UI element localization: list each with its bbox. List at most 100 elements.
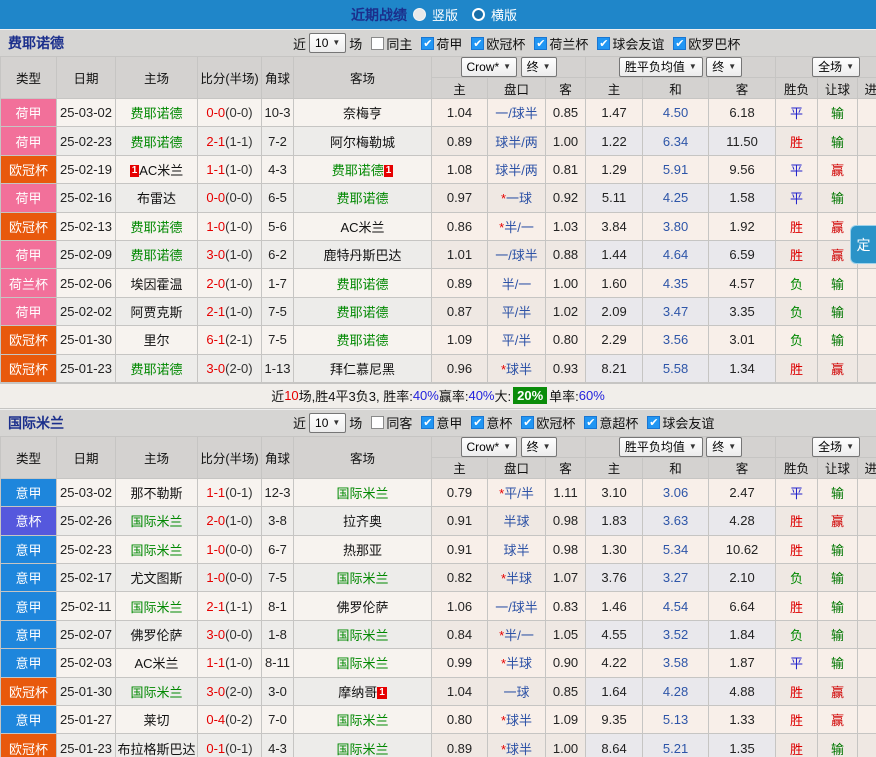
bookmaker-select[interactable]: Crow*▼ [461,57,518,77]
home-team-cell[interactable]: 布拉格斯巴达 [116,734,198,757]
home-team-cell[interactable]: 尤文图斯 [116,564,198,592]
league-cell[interactable]: 荷甲 [1,99,57,127]
home-team-cell[interactable]: 国际米兰 [116,535,198,563]
summary-part: 20% [513,387,547,404]
pin-tab[interactable]: 定 [850,225,876,264]
league-checkbox-球会友谊[interactable]: ✔ [647,416,660,429]
league-cell[interactable]: 荷兰杯 [1,269,57,297]
fulltime-score: 3-0 [206,627,225,642]
home-odds-cell: 1.04 [432,99,488,127]
away-team-cell[interactable]: 国际米兰 [294,478,432,506]
home-team-cell[interactable]: 费耶诺德 [116,240,198,268]
date-cell: 25-01-30 [57,326,116,354]
home-team-cell[interactable]: 埃因霍温 [116,269,198,297]
league-cell[interactable]: 欧冠杯 [1,326,57,354]
league-cell[interactable]: 意甲 [1,649,57,677]
same-venue-checkbox[interactable] [371,416,384,429]
home-team-cell[interactable]: 莱切 [116,706,198,734]
league-checkbox-意杯[interactable]: ✔ [471,416,484,429]
league-cell[interactable]: 意甲 [1,592,57,620]
home-team-name: 国际米兰 [130,514,182,529]
league-cell[interactable]: 欧冠杯 [1,155,57,183]
final-odds-select[interactable]: 终▼ [521,57,557,77]
home-team-cell[interactable]: 里尔 [116,326,198,354]
away-team-cell[interactable]: 国际米兰 [294,620,432,648]
away-team-cell[interactable]: 费耶诺德 [294,184,432,212]
away-odds-cell: 1.05 [546,620,586,648]
away-team-cell[interactable]: 费耶诺德1 [294,155,432,183]
away-team-cell[interactable]: 阿尔梅勒城 [294,127,432,155]
league-checkbox-荷甲[interactable]: ✔ [421,37,434,50]
home-team-cell[interactable]: 费耶诺德 [116,127,198,155]
away-team-cell[interactable]: 热那亚 [294,535,432,563]
away-team-cell[interactable]: 摩纳哥1 [294,677,432,705]
away-team-cell[interactable]: 国际米兰 [294,649,432,677]
league-checkbox-球会友谊[interactable]: ✔ [597,37,610,50]
vertical-layout-radio[interactable] [413,8,426,21]
away-team-cell[interactable]: 国际米兰 [294,706,432,734]
league-cell[interactable]: 荷甲 [1,297,57,325]
home-team-cell[interactable]: AC米兰 [116,649,198,677]
league-cell[interactable]: 欧冠杯 [1,677,57,705]
league-cell[interactable]: 欧冠杯 [1,354,57,382]
away-team-cell[interactable]: 鹿特丹斯巴达 [294,240,432,268]
bookmaker-select[interactable]: Crow*▼ [461,437,518,457]
league-cell[interactable]: 意甲 [1,564,57,592]
league-checkbox-意甲[interactable]: ✔ [421,416,434,429]
away-team-cell[interactable]: 费耶诺德 [294,269,432,297]
league-checkbox-欧冠杯[interactable]: ✔ [471,37,484,50]
avg-win-cell: 8.21 [586,354,643,382]
league-cell[interactable]: 意甲 [1,620,57,648]
home-team-cell[interactable]: 国际米兰 [116,677,198,705]
away-team-cell[interactable]: 拉齐奥 [294,507,432,535]
home-team-cell[interactable]: 阿贾克斯 [116,297,198,325]
league-checkbox-意超杯[interactable]: ✔ [584,416,597,429]
away-team-cell[interactable]: 奈梅亨 [294,99,432,127]
league-cell[interactable]: 意杯 [1,507,57,535]
away-team-cell[interactable]: 国际米兰 [294,734,432,757]
league-cell[interactable]: 意甲 [1,535,57,563]
scope-select[interactable]: 全场▼ [812,57,860,77]
scope-select[interactable]: 全场▼ [812,437,860,457]
away-team-cell[interactable]: 国际米兰 [294,564,432,592]
match-count-select[interactable]: 10▼ [309,33,346,53]
avg-odds-select[interactable]: 胜平负均值▼ [619,57,703,77]
home-team-cell[interactable]: 费耶诺德 [116,212,198,240]
team-name[interactable]: 国际米兰 [8,413,64,433]
match-count-select[interactable]: 10▼ [309,413,346,433]
home-team-cell[interactable]: 佛罗伦萨 [116,620,198,648]
home-team-cell[interactable]: 那不勒斯 [116,478,198,506]
home-team-cell[interactable]: 国际米兰 [116,592,198,620]
horizontal-layout-radio[interactable] [472,8,485,21]
home-team-cell[interactable]: 费耶诺德 [116,354,198,382]
away-team-cell[interactable]: 费耶诺德 [294,297,432,325]
date-cell: 25-02-26 [57,507,116,535]
league-cell[interactable]: 荷甲 [1,240,57,268]
league-cell[interactable]: 意甲 [1,706,57,734]
team-name[interactable]: 费耶诺德 [8,33,64,53]
league-checkbox-欧冠杯[interactable]: ✔ [521,416,534,429]
avg-odds-select[interactable]: 胜平负均值▼ [619,437,703,457]
home-team-cell[interactable]: 费耶诺德 [116,99,198,127]
avg-final-select[interactable]: 终▼ [706,57,742,77]
league-cell[interactable]: 意甲 [1,478,57,506]
away-team-cell[interactable]: 拜仁慕尼黑 [294,354,432,382]
league-checkbox-欧罗巴杯[interactable]: ✔ [673,37,686,50]
away-team-cell[interactable]: 佛罗伦萨 [294,592,432,620]
score-cell: 2-0(1-0) [198,269,262,297]
avg-final-select[interactable]: 终▼ [706,437,742,457]
final-odds-select[interactable]: 终▼ [521,437,557,457]
avg-lose-cell: 11.50 [709,127,776,155]
league-checkbox-荷兰杯[interactable]: ✔ [534,37,547,50]
same-venue-checkbox[interactable] [371,37,384,50]
home-team-cell[interactable]: 1AC米兰 [116,155,198,183]
avg-draw-cell: 4.50 [643,99,709,127]
league-cell[interactable]: 荷甲 [1,127,57,155]
home-team-cell[interactable]: 布雷达 [116,184,198,212]
league-cell[interactable]: 欧冠杯 [1,734,57,757]
league-cell[interactable]: 欧冠杯 [1,212,57,240]
away-team-cell[interactable]: AC米兰 [294,212,432,240]
league-cell[interactable]: 荷甲 [1,184,57,212]
away-team-cell[interactable]: 费耶诺德 [294,326,432,354]
home-team-cell[interactable]: 国际米兰 [116,507,198,535]
